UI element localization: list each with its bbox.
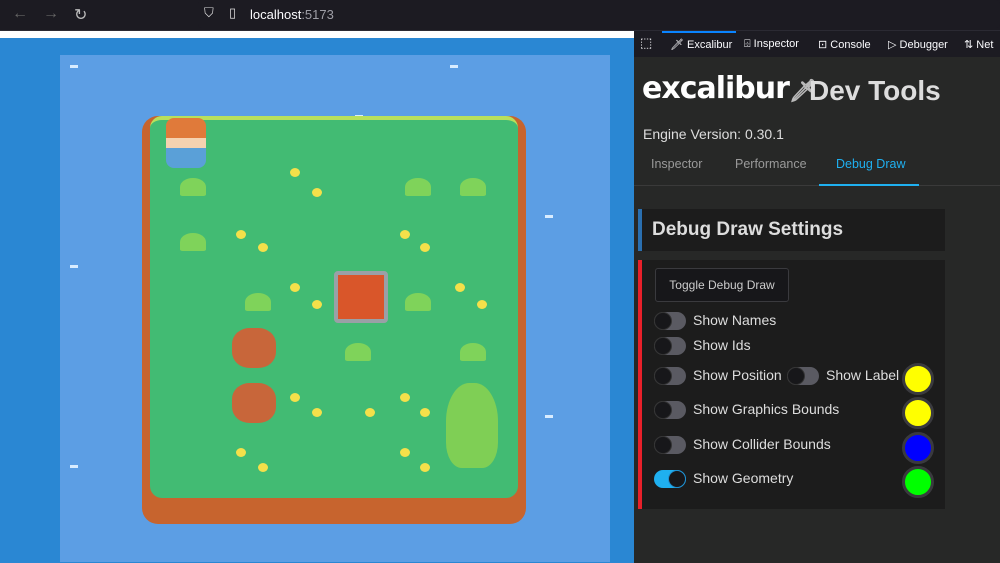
- tab-network[interactable]: ⇅ Net: [964, 38, 993, 51]
- bush-sprite: [405, 178, 431, 196]
- wave: [545, 415, 553, 418]
- show-label-switch[interactable]: [787, 367, 819, 385]
- show-ids-switch[interactable]: [654, 337, 686, 355]
- show-label-label: Show Label: [826, 367, 900, 383]
- browser-toolbar: ← → ↻ ⛉ ▯ localhost:5173: [0, 0, 1000, 30]
- position-color-picker[interactable]: [902, 363, 934, 395]
- flower-sprite: [420, 243, 430, 252]
- bush-sprite: [405, 293, 431, 311]
- debugger-icon: ▷: [888, 39, 897, 51]
- flower-sprite: [258, 463, 268, 472]
- bush-sprite: [460, 343, 486, 361]
- back-icon[interactable]: ←: [12, 5, 28, 23]
- flower-sprite: [312, 188, 322, 197]
- tab-excalibur[interactable]: 🗡 Excalibur: [670, 38, 732, 51]
- tab-debugger[interactable]: ▷ Debugger: [888, 38, 948, 51]
- flower-sprite: [312, 408, 322, 417]
- wave: [70, 65, 78, 68]
- show-geometry-label: Show Geometry: [693, 470, 794, 486]
- show-ids-label: Show Ids: [693, 337, 751, 353]
- bush-sprite: [180, 178, 206, 196]
- bush-sprite: [180, 233, 206, 251]
- show-position-switch[interactable]: [654, 367, 686, 385]
- toggle-debug-draw-button[interactable]: Toggle Debug Draw: [655, 268, 789, 302]
- show-graphics-bounds-label: Show Graphics Bounds: [693, 401, 840, 417]
- flower-sprite: [420, 463, 430, 472]
- show-graphics-bounds-switch[interactable]: [654, 401, 686, 419]
- debug-draw-settings: Toggle Debug Draw Show Names Show Ids Sh…: [638, 260, 945, 509]
- tree-sprite: [446, 383, 498, 468]
- inspector-icon: ⌹: [744, 38, 751, 50]
- sword-icon: 🗡: [670, 39, 684, 51]
- devtools-title: Dev Tools: [809, 75, 941, 106]
- tab-divider: [634, 185, 1000, 186]
- tab-console[interactable]: ⊡ Console: [818, 38, 871, 51]
- flower-sprite: [400, 230, 410, 239]
- flower-sprite: [236, 230, 246, 239]
- panel-tab-performance[interactable]: Performance: [735, 157, 807, 171]
- flower-sprite: [400, 393, 410, 402]
- flower-sprite: [258, 243, 268, 252]
- chest-sprite: [334, 271, 388, 323]
- url-port: :5173: [301, 7, 334, 22]
- game-canvas[interactable]: [0, 31, 634, 563]
- page-icon: ▯: [229, 5, 237, 20]
- player-sprite: [166, 118, 206, 168]
- shield-icon[interactable]: ⛉: [204, 5, 214, 21]
- show-names-switch[interactable]: [654, 312, 686, 330]
- tab-inspector[interactable]: ⌹ Inspector: [744, 38, 799, 51]
- show-position-label: Show Position: [693, 367, 782, 383]
- bush-sprite: [460, 178, 486, 196]
- panel-tab-inspector[interactable]: Inspector: [651, 157, 702, 171]
- show-geometry-switch[interactable]: [654, 470, 686, 488]
- bush-sprite: [245, 293, 271, 311]
- show-names-label: Show Names: [693, 312, 777, 328]
- flower-sprite: [420, 408, 430, 417]
- game-background: [0, 38, 634, 563]
- flower-sprite: [290, 283, 300, 292]
- rock-sprite: [232, 383, 276, 423]
- flower-sprite: [455, 283, 465, 292]
- bush-sprite: [345, 343, 371, 361]
- section-title: Debug Draw Settings: [652, 219, 844, 240]
- flower-sprite: [477, 300, 487, 309]
- collider-bounds-color-picker[interactable]: [902, 432, 934, 464]
- devtools-panel: ⬚ 🗡 Excalibur ⌹ Inspector ⊡ Console ▷ De…: [634, 31, 1000, 563]
- excalibur-logo: excalibur🗡: [642, 71, 817, 106]
- url-host: localhost: [250, 7, 302, 22]
- forward-icon[interactable]: →: [43, 5, 59, 23]
- picker-icon[interactable]: ⬚: [640, 35, 652, 51]
- devtools-tab-bar: ⬚ 🗡 Excalibur ⌹ Inspector ⊡ Console ▷ De…: [634, 31, 1000, 57]
- geometry-color-picker[interactable]: [902, 466, 934, 498]
- wave: [450, 65, 458, 68]
- rock-sprite: [232, 328, 276, 368]
- flower-sprite: [290, 393, 300, 402]
- section-header: Debug Draw Settings: [638, 209, 945, 251]
- graphics-bounds-color-picker[interactable]: [902, 397, 934, 429]
- show-collider-bounds-switch[interactable]: [654, 436, 686, 454]
- flower-sprite: [365, 408, 375, 417]
- panel-tab-debug-draw[interactable]: Debug Draw: [836, 157, 905, 171]
- console-icon: ⊡: [818, 39, 828, 51]
- reload-icon[interactable]: ↻: [74, 5, 87, 25]
- show-collider-bounds-label: Show Collider Bounds: [693, 436, 831, 452]
- wave: [70, 465, 78, 468]
- engine-version: Engine Version: 0.30.1: [643, 126, 784, 142]
- wave: [70, 265, 78, 268]
- flower-sprite: [236, 448, 246, 457]
- url-bar[interactable]: ⛉ ▯ localhost:5173: [198, 0, 1000, 28]
- wave: [545, 215, 553, 218]
- flower-sprite: [312, 300, 322, 309]
- network-icon: ⇅: [964, 39, 974, 51]
- active-panel-tab-indicator: [819, 184, 919, 186]
- flower-sprite: [400, 448, 410, 457]
- flower-sprite: [290, 168, 300, 177]
- active-tab-indicator: [662, 31, 736, 33]
